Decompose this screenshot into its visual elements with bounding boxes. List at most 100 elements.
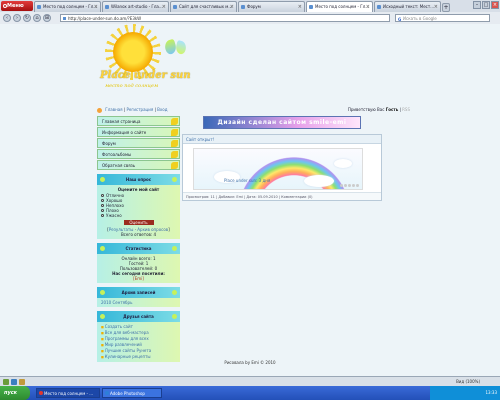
rating-stars[interactable] (340, 184, 359, 187)
address-bar[interactable]: http://place-under-sun.do.am/?E3kW (60, 14, 390, 22)
greeting: Приветствую Вас Гость | RSS (347, 107, 410, 112)
tab-label: Исходный текст: Мест... (383, 4, 435, 9)
clock[interactable]: 13:33 (485, 390, 497, 395)
logo-subtitle: место под солнцем (105, 83, 159, 89)
browser-tab[interactable]: Форум × (238, 1, 305, 12)
calendar-block: 2010 Сентябрь (97, 298, 180, 307)
opera-icon (39, 391, 43, 395)
windows-taskbar: пуск Место под солнцем - ... Adobe Photo… (0, 386, 500, 400)
tab-close-icon[interactable]: × (230, 2, 234, 12)
system-tray: 13:33 (430, 386, 500, 400)
tab-close-icon[interactable]: × (434, 2, 438, 12)
browser-tab-active[interactable]: Место под солнцем - Гл... × (306, 1, 373, 12)
tab-label: Сайт для счастливых м... (179, 4, 233, 9)
bulb-icon (100, 290, 105, 295)
bulb-icon (100, 177, 105, 182)
browser-tab[interactable]: Wilanox art-studio - Гла... × (102, 1, 169, 12)
taskbar-item-label: Adobe Photoshop (110, 391, 145, 396)
opera-menu-button[interactable]: Меню (1, 1, 33, 11)
site-info-icon[interactable] (63, 17, 66, 20)
browser-tab[interactable]: Исходный текст: Мест... × (374, 1, 441, 12)
tab-favicon-icon (309, 5, 313, 9)
bulb-icon (172, 290, 177, 295)
friends-title-text: Друзья сайта (123, 314, 154, 319)
bulb-icon (172, 314, 177, 319)
search-field[interactable]: G Искать в Google (395, 14, 490, 22)
radio-icon[interactable] (101, 204, 104, 207)
tab-favicon-icon (241, 5, 245, 9)
tab-close-icon[interactable]: × (366, 2, 370, 12)
stats-title-text: Статистика (125, 246, 152, 251)
tab-favicon-icon (377, 5, 381, 9)
login-link[interactable]: Вход (157, 107, 167, 112)
friends-title: Друзья сайта (97, 311, 180, 322)
sun-icon (113, 32, 153, 72)
taskbar-item[interactable]: Adobe Photoshop (102, 388, 162, 398)
browser-tab[interactable]: Место под солнцем - Гл... × (34, 1, 101, 12)
radio-icon[interactable] (101, 209, 104, 212)
taskbar-item[interactable]: Место под солнцем - ... (36, 388, 100, 398)
tab-close-icon[interactable]: × (94, 2, 98, 12)
close-window-icon[interactable]: × (491, 1, 499, 9)
search-placeholder: Искать в Google (403, 16, 437, 21)
register-link[interactable]: Регистрация (126, 107, 153, 112)
tab-strip: Место под солнцем - Гл... × Wilanox art-s… (34, 1, 474, 12)
minimize-icon[interactable]: – (473, 1, 481, 9)
tab-close-icon[interactable]: × (298, 2, 302, 12)
leaf-icon (171, 118, 178, 125)
radio-icon[interactable] (101, 194, 104, 197)
tab-close-icon[interactable]: × (162, 2, 166, 12)
forward-icon[interactable]: › (13, 14, 21, 22)
post-meta: Просмотров: 11 | Добавил: Emi | Дата: 05… (183, 192, 381, 200)
new-tab-button[interactable]: + (442, 3, 450, 12)
stats-today-user[interactable]: [Emi] (101, 276, 176, 281)
home-link[interactable]: Главная (105, 107, 122, 112)
logo-title: Place under sun (100, 70, 191, 81)
leaf-icon (171, 162, 178, 169)
archive-link[interactable]: 2010 Сентябрь (101, 300, 132, 305)
poll-option[interactable]: Ужасно (101, 213, 176, 218)
calendar-title-text: Архив записей (121, 290, 156, 295)
friends-block: Создать сайт Все для веб-мастера Програм… (97, 322, 180, 362)
back-icon[interactable]: ‹ (3, 14, 11, 22)
browser-tab[interactable]: Сайт для счастливых м... × (170, 1, 237, 12)
menu-item-label: Форум (102, 141, 116, 146)
browser-chrome: Меню Место под солнцем - Гл... × Wilanox … (0, 0, 500, 24)
design-banner[interactable]: Дизайн сделан сайтом smile-emi (203, 116, 361, 129)
opera-menu-label: Меню (7, 3, 24, 9)
rainbow-image (234, 153, 354, 189)
window-controls: – □ × (473, 1, 499, 9)
menu-item-home[interactable]: Главная страница (97, 116, 180, 126)
tab-label: Место под солнцем - Гл... (315, 4, 370, 9)
panel-toggle-icon[interactable] (3, 379, 9, 385)
reload-icon[interactable]: ↻ (23, 14, 31, 22)
menu-item-forum[interactable]: Форум (97, 138, 180, 148)
leaf-icon (171, 151, 178, 158)
site-logo[interactable]: Place under sun место под солнцем (95, 24, 205, 105)
speed-dial-icon[interactable]: ⊞ (43, 14, 51, 22)
menu-item-photos[interactable]: Фотоальбомы (97, 149, 180, 159)
rss-link[interactable]: RSS (402, 107, 410, 112)
greeting-user: Гость (385, 107, 399, 112)
post-image: Place under sun: 3 дня (193, 148, 363, 190)
post-caption: Place under sun: 3 дня (224, 178, 271, 183)
home-icon[interactable]: ⌂ (33, 14, 41, 22)
maximize-icon[interactable]: □ (482, 1, 490, 9)
radio-icon[interactable] (101, 199, 104, 202)
bulb-icon (100, 314, 105, 319)
unite-icon[interactable] (19, 379, 25, 385)
vote-button[interactable]: Оценить (123, 220, 154, 225)
zoom-level[interactable]: Вид (100%) (456, 378, 480, 386)
start-button[interactable]: пуск (0, 386, 30, 400)
poll-question: Оцените мой сайт (117, 187, 160, 192)
leaf-icon (171, 129, 178, 136)
opera-logo-icon (3, 4, 7, 8)
menu-item-label: Информация о сайте (102, 130, 147, 135)
post-title[interactable]: Сайт открыт! (183, 135, 381, 144)
turbo-icon[interactable] (11, 379, 17, 385)
radio-icon[interactable] (101, 214, 104, 217)
menu-item-feedback[interactable]: Обратная связь (97, 160, 180, 170)
poll-block: Оцените мой сайт Отлично Хорошо Неплохо … (97, 185, 180, 239)
menu-item-about[interactable]: Информация о сайте (97, 127, 180, 137)
footer: Рисовала by Emi © 2010 (224, 360, 276, 365)
